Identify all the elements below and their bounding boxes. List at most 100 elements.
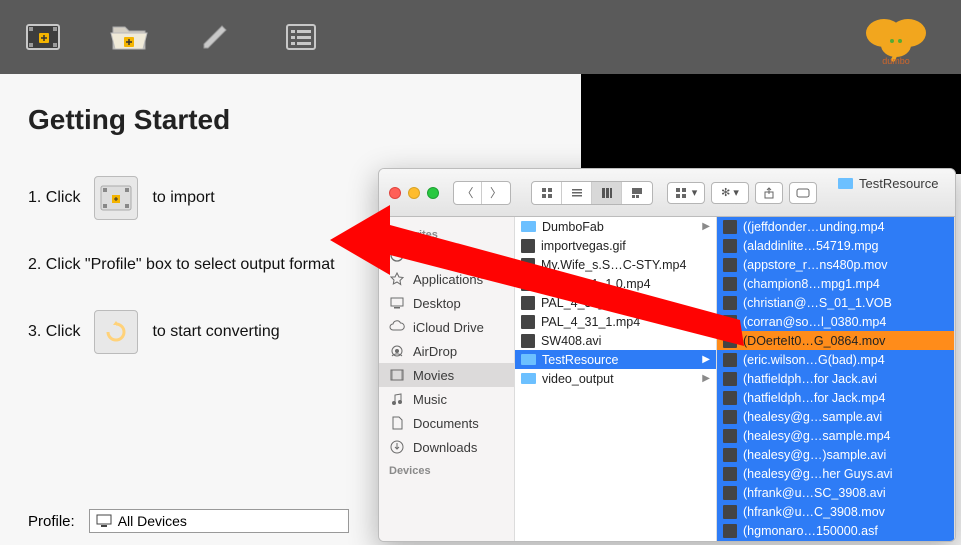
- file-icon: [723, 334, 737, 348]
- list-item[interactable]: (eric.wilson…G(bad).mp4: [717, 350, 954, 369]
- sidebar-item-icloud[interactable]: iCloud Drive: [379, 315, 514, 339]
- sidebar-item-label: Recents: [413, 248, 461, 263]
- step2-text: 2. Click "Profile" box to select output …: [28, 256, 335, 274]
- file-name: TestResource: [542, 353, 618, 367]
- list-item[interactable]: (appstore_r…ns480p.mov: [717, 255, 954, 274]
- view-list-button[interactable]: [562, 182, 592, 204]
- add-folder-button[interactable]: [106, 14, 152, 60]
- recents-icon: [389, 247, 405, 263]
- list-item[interactable]: (christian@…S_01_1.VOB: [717, 293, 954, 312]
- list-item[interactable]: (DOerteIt0…G_0864.mov: [717, 331, 954, 350]
- list-item[interactable]: My.Wife_s.S…C-STY.mp4: [515, 255, 716, 274]
- list-icon: [283, 19, 319, 55]
- view-columns-button[interactable]: [592, 182, 622, 204]
- folder-icon: [521, 373, 536, 384]
- list-item[interactable]: (healesy@g…sample.mp4: [717, 426, 954, 445]
- icloud-icon: [389, 319, 405, 335]
- file-name: (aladdinlite…54719.mpg: [743, 239, 879, 253]
- file-icon: [521, 296, 535, 310]
- view-gallery-button[interactable]: [622, 182, 652, 204]
- sidebar-item-music[interactable]: Music: [379, 387, 514, 411]
- sidebar-item-label: Movies: [413, 368, 454, 383]
- list-item[interactable]: (champion8…mpg1.mp4: [717, 274, 954, 293]
- share-button[interactable]: [755, 182, 783, 204]
- list-item[interactable]: (healesy@g…)sample.avi: [717, 445, 954, 464]
- sidebar-header-favorites: Favorites: [379, 223, 514, 243]
- list-item[interactable]: (hatfieldph…for Jack.avi: [717, 369, 954, 388]
- list-item[interactable]: (healesy@g…her Guys.avi: [717, 464, 954, 483]
- tags-button[interactable]: [789, 182, 817, 204]
- sidebar-item-airdrop[interactable]: AirDrop: [379, 339, 514, 363]
- list-button[interactable]: [278, 14, 324, 60]
- finder-column-2: ((jeffdonder…unding.mp4 (aladdinlite…5471…: [717, 217, 955, 541]
- list-item[interactable]: PAL_4_31_1.mp4: [515, 312, 716, 331]
- file-icon: [521, 334, 535, 348]
- sidebar-item-desktop[interactable]: Desktop: [379, 291, 514, 315]
- list-item[interactable]: (hgmonaro…150000.asf: [717, 521, 954, 540]
- list-item[interactable]: video_output▶: [515, 369, 716, 388]
- file-name: (eric.wilson…G(bad).mp4: [743, 353, 885, 367]
- list-item[interactable]: (corran@so…l_0380.mp4: [717, 312, 954, 331]
- chevron-right-icon: ▶: [702, 221, 710, 232]
- downloads-icon: [389, 439, 405, 455]
- close-window-button[interactable]: [389, 187, 401, 199]
- file-name: importvegas.gif: [541, 239, 626, 253]
- sidebar-item-apps[interactable]: Applications: [379, 267, 514, 291]
- view-mode-segment: [531, 181, 653, 205]
- path-badge: TestResource: [838, 176, 938, 191]
- music-icon: [389, 391, 405, 407]
- file-name: (corran@so…l_0380.mp4: [743, 315, 886, 329]
- monitor-icon: [96, 514, 112, 528]
- brand-text: dumbo: [882, 56, 910, 66]
- file-icon: [723, 505, 737, 519]
- list-item[interactable]: TestResource▶: [515, 350, 716, 369]
- file-icon: [521, 277, 535, 291]
- list-item[interactable]: (hatfieldph…for Jack.mp4: [717, 388, 954, 407]
- arrange-button[interactable]: ▾: [667, 182, 705, 204]
- file-icon: [723, 467, 737, 481]
- list-item[interactable]: DumboFab▶: [515, 217, 716, 236]
- sidebar-item-label: Desktop: [413, 296, 461, 311]
- profile-select[interactable]: All Devices: [89, 509, 349, 533]
- add-video-icon: [23, 17, 63, 57]
- file-icon: [521, 258, 535, 272]
- step3-text-b: to start converting: [152, 323, 279, 341]
- list-item[interactable]: importvegas.gif: [515, 236, 716, 255]
- app-toolbar: dumbo: [0, 0, 961, 74]
- edit-button[interactable]: [192, 14, 238, 60]
- file-icon: [723, 524, 737, 538]
- add-video-button[interactable]: [20, 14, 66, 60]
- list-item[interactable]: PAL_4_31_1 1.mp4: [515, 293, 716, 312]
- file-name: (hfrank@u…C_3908.mov: [743, 505, 885, 519]
- sidebar-header-devices: Devices: [379, 459, 514, 479]
- list-item[interactable]: (hfrank@u…SC_3908.avi: [717, 483, 954, 502]
- file-name: PAL_4_31_1 0.mp4: [541, 277, 651, 291]
- file-icon: [723, 372, 737, 386]
- back-button[interactable]: 〈: [454, 182, 482, 204]
- list-item[interactable]: (aladdinlite…54719.mpg: [717, 236, 954, 255]
- file-icon: [723, 410, 737, 424]
- profile-label: Profile:: [28, 513, 75, 530]
- forward-button[interactable]: 〉: [482, 182, 510, 204]
- list-item[interactable]: PAL_4_31_1 0.mp4: [515, 274, 716, 293]
- sidebar-item-movies[interactable]: Movies: [379, 363, 514, 387]
- view-icons-button[interactable]: [532, 182, 562, 204]
- file-name: (hatfieldph…for Jack.avi: [743, 372, 877, 386]
- sidebar-item-documents[interactable]: Documents: [379, 411, 514, 435]
- folder-icon: [521, 221, 536, 232]
- action-button[interactable]: ✻ ▾: [711, 182, 749, 204]
- file-icon: [723, 258, 737, 272]
- minimize-window-button[interactable]: [408, 187, 420, 199]
- list-item[interactable]: (hgmonaro…150000.mp4: [717, 540, 954, 541]
- sidebar-item-recents[interactable]: Recents: [379, 243, 514, 267]
- list-item[interactable]: (hfrank@u…C_3908.mov: [717, 502, 954, 521]
- finder-sidebar: Favorites Recents Applications Desktop iClo…: [379, 217, 515, 541]
- list-item[interactable]: SW408.avi: [515, 331, 716, 350]
- zoom-window-button[interactable]: [427, 187, 439, 199]
- brand-logo: dumbo: [851, 8, 941, 68]
- list-item[interactable]: (healesy@g…sample.avi: [717, 407, 954, 426]
- file-name: (hfrank@u…SC_3908.avi: [743, 486, 886, 500]
- sidebar-item-downloads[interactable]: Downloads: [379, 435, 514, 459]
- file-name: (healesy@g…sample.avi: [743, 410, 882, 424]
- list-item[interactable]: ((jeffdonder…unding.mp4: [717, 217, 954, 236]
